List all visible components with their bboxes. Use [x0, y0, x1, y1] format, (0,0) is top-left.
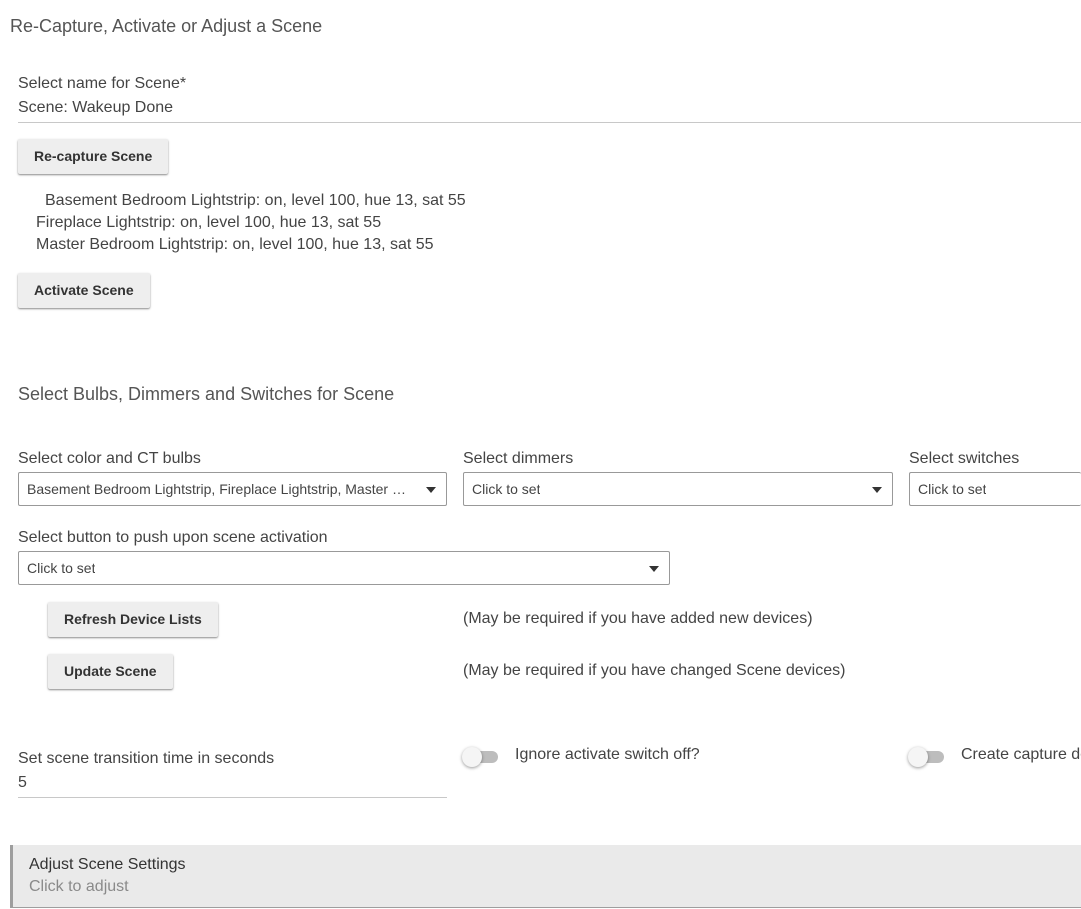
device-section-title: Select Bulbs, Dimmers and Switches for S…: [18, 384, 395, 404]
recapture-scene-button[interactable]: Re-capture Scene: [18, 139, 169, 174]
update-note: (May be required if you have changed Sce…: [463, 662, 846, 679]
toggle-knob: [462, 747, 482, 767]
button-push-label: Select button to push upon scene activat…: [18, 529, 328, 546]
dimmers-select[interactable]: Click to set: [463, 472, 893, 506]
chevron-down-icon: [872, 487, 882, 493]
dimmers-value: Click to set: [472, 481, 541, 497]
button-push-select[interactable]: Click to set: [18, 551, 670, 585]
switches-value: Click to set: [918, 481, 987, 497]
create-capture-toggle[interactable]: [908, 746, 946, 767]
update-scene-button[interactable]: Update Scene: [48, 654, 173, 689]
chevron-down-icon: [426, 487, 436, 493]
transition-input[interactable]: 5: [18, 774, 27, 792]
ignore-switch-off-label: Ignore activate switch off?: [515, 746, 700, 763]
color-bulbs-value: Basement Bedroom Lightstrip, Fireplace L…: [27, 481, 406, 497]
captured-device-line: Master Bedroom Lightstrip: on, level 100…: [36, 236, 434, 253]
color-bulbs-select[interactable]: Basement Bedroom Lightstrip, Fireplace L…: [18, 472, 447, 506]
adjust-panel-title: Adjust Scene Settings: [29, 856, 186, 873]
adjust-panel-divider: [13, 907, 1081, 908]
toggle-knob: [908, 747, 928, 767]
create-capture-label: Create capture device?: [961, 746, 1081, 763]
scene-name-select[interactable]: Scene: Wakeup Done: [18, 99, 173, 117]
transition-label: Set scene transition time in seconds: [18, 750, 275, 767]
color-bulbs-label: Select color and CT bulbs: [18, 450, 201, 467]
chevron-down-icon: [649, 566, 659, 572]
adjust-panel-subtitle: Click to adjust: [29, 878, 129, 895]
captured-device-line: Basement Bedroom Lightstrip: on, level 1…: [45, 192, 466, 209]
button-push-value: Click to set: [27, 560, 96, 576]
transition-underline: [18, 797, 447, 798]
activate-scene-button[interactable]: Activate Scene: [18, 273, 150, 308]
refresh-device-lists-button[interactable]: Refresh Device Lists: [48, 602, 218, 637]
dimmers-label: Select dimmers: [463, 450, 574, 467]
scene-name-underline: [18, 122, 1081, 123]
refresh-note: (May be required if you have added new d…: [463, 610, 813, 627]
ignore-switch-off-toggle[interactable]: [462, 746, 500, 767]
scene-name-label: Select name for Scene*: [18, 75, 187, 92]
switches-select[interactable]: Click to set: [909, 472, 1081, 506]
page-title: Re-Capture, Activate or Adjust a Scene: [10, 16, 323, 36]
captured-device-line: Fireplace Lightstrip: on, level 100, hue…: [36, 214, 382, 231]
switches-label: Select switches: [909, 450, 1020, 467]
adjust-scene-settings-panel[interactable]: Adjust Scene Settings Click to adjust: [10, 845, 1081, 908]
